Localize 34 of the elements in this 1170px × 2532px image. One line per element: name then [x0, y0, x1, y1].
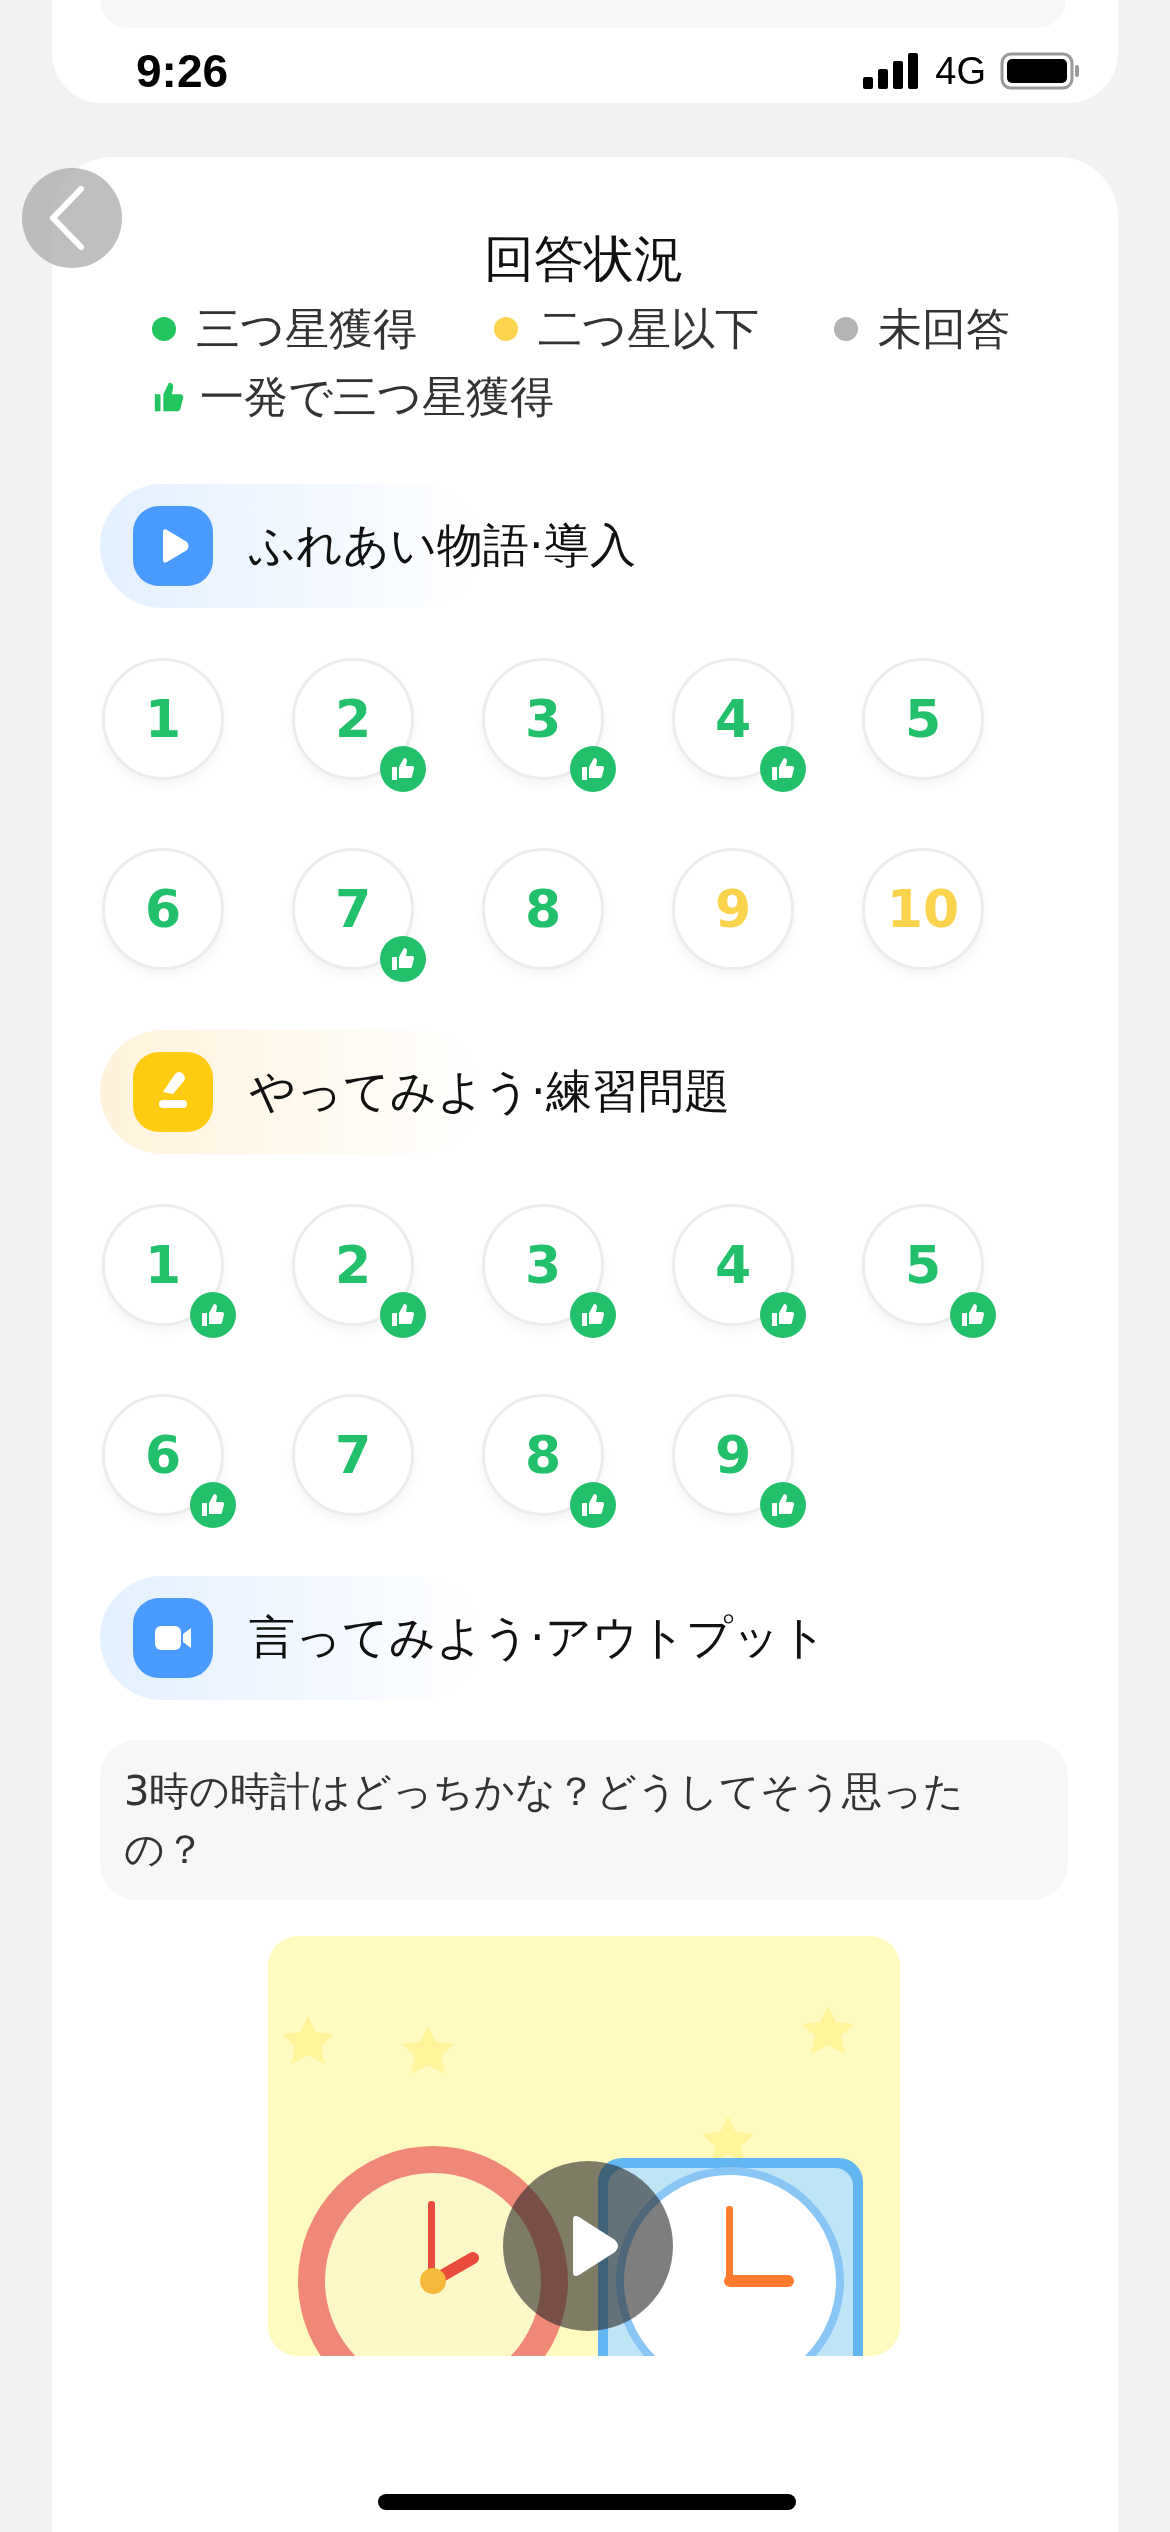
video-camera-icon — [133, 1597, 213, 1678]
question-number-button[interactable]: 6 — [102, 1393, 224, 1516]
battery-icon — [1000, 52, 1080, 90]
question-number-button[interactable]: 2 — [292, 1203, 414, 1326]
question-text: 3時の時計はどっちかな？どうしてそう思ったの？ — [100, 1739, 1068, 1900]
section-title: 言ってみよう·アウトプット — [249, 1608, 827, 1666]
question-number-button[interactable]: 3 — [482, 1203, 604, 1326]
legend-label: 一発で三つ星獲得 — [200, 371, 554, 424]
question-number-button[interactable]: 7 — [292, 847, 414, 970]
play-icon — [133, 505, 213, 586]
legend-label: 二つ星以下 — [538, 302, 759, 356]
question-number-button[interactable]: 8 — [482, 847, 604, 970]
legend-label: 三つ星獲得 — [196, 302, 417, 356]
question-number-button[interactable]: 7 — [292, 1393, 414, 1516]
question-number-button[interactable]: 1 — [102, 657, 224, 780]
section-title: やってみよう·練習問題 — [249, 1062, 730, 1120]
question-number-button[interactable]: 3 — [482, 657, 604, 780]
status-time: 9:26 — [136, 48, 229, 94]
question-number-button[interactable]: 5 — [862, 657, 984, 780]
question-number-button[interactable]: 6 — [102, 847, 224, 970]
question-number-button[interactable]: 9 — [672, 1393, 794, 1516]
page-title: 回答状況 — [483, 229, 685, 289]
question-number-button[interactable]: 1 — [102, 1203, 224, 1326]
question-number-button[interactable]: 5 — [862, 1203, 984, 1326]
question-number-button[interactable]: 4 — [672, 1203, 794, 1326]
legend-label: 未回答 — [878, 302, 1010, 356]
question-number-button[interactable]: 4 — [672, 657, 794, 780]
network-label: 4G — [935, 52, 986, 90]
section-title: ふれあい物語·導入 — [249, 516, 636, 574]
question-number-button[interactable]: 9 — [672, 847, 794, 970]
eraser-icon — [133, 1051, 213, 1132]
question-number-button[interactable]: 10 — [862, 847, 984, 970]
question-number-button[interactable]: 8 — [482, 1393, 604, 1516]
question-number-button[interactable]: 2 — [292, 657, 414, 780]
